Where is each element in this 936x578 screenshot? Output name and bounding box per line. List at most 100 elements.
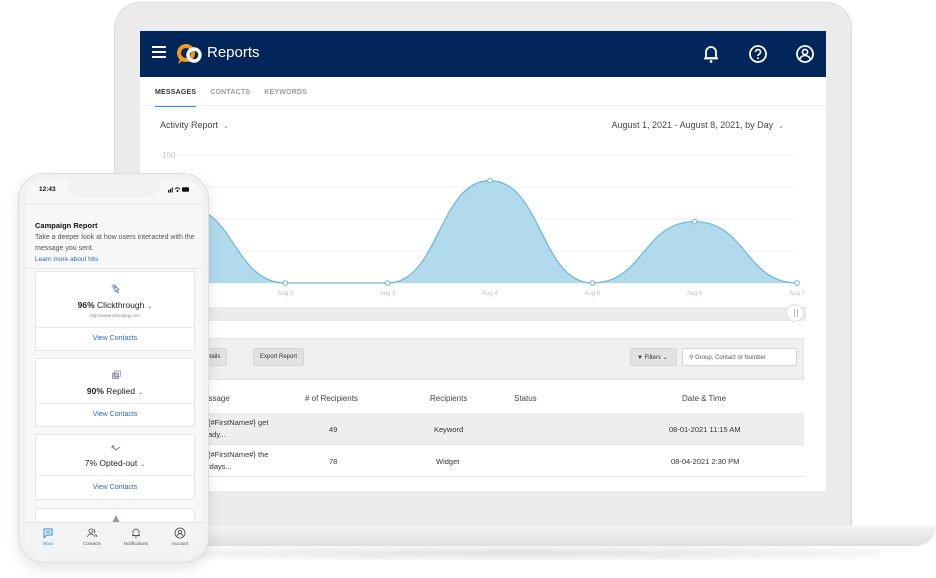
bell-icon: [130, 527, 142, 539]
menu-icon[interactable]: [152, 46, 166, 58]
data-point: [692, 219, 697, 224]
account-icon: [174, 527, 186, 539]
signal-wifi-battery-icon: [168, 186, 190, 193]
page-title: Reports: [207, 44, 260, 61]
tabs-divider: [140, 105, 826, 106]
x-tick-label: Aug 4: [482, 291, 498, 297]
data-point: [283, 281, 288, 286]
chevron-down-icon: ⌄: [663, 355, 668, 361]
nav-account[interactable]: Account: [158, 527, 202, 546]
message-cell: {#FirstName#} the: [208, 450, 268, 459]
column-header-recipients[interactable]: Recipients: [430, 394, 467, 403]
table-toolbar: ery Details Export Report ▼ Filters ⌄ ⚲ …: [180, 338, 804, 380]
table-header: essage # of Recipients Recipients Status…: [180, 381, 804, 413]
card-divider: [36, 403, 194, 404]
laptop-base: [100, 526, 936, 546]
nav-inbox[interactable]: Inbox: [26, 527, 70, 546]
replied-label: Replied: [106, 386, 135, 396]
recipients-cell: Widget: [436, 457, 459, 466]
search-input[interactable]: ⚲ Group, Contact or Number: [682, 348, 797, 366]
clickthrough-label: Clickthrough: [97, 300, 144, 310]
card-divider: [36, 327, 194, 328]
data-point: [795, 281, 800, 286]
help-icon[interactable]: [747, 43, 769, 65]
date-range-dropdown[interactable]: August 1, 2021 - August 8, 2021, by Day⌄: [612, 120, 784, 130]
laptop-screen: Reports MESSAGES CONTACTS KEYWORDS: [140, 31, 826, 491]
message-cell-continued: ldays...: [208, 462, 232, 471]
reply-icon: [110, 370, 122, 380]
report-type-label: Activity Report: [160, 120, 218, 130]
replied-percent: 90%: [87, 386, 104, 396]
opt-out-icon: [110, 443, 122, 453]
data-point: [385, 281, 390, 286]
date-range-label: August 1, 2021 - August 8, 2021, by Day: [612, 120, 774, 130]
message-cell: {#FirstName#} get: [208, 418, 268, 427]
bell-icon[interactable]: [700, 43, 722, 65]
area-fill: [183, 181, 797, 283]
chevron-down-icon: ⌄: [138, 390, 143, 396]
app-header: Reports: [140, 31, 826, 77]
replied-metric[interactable]: 90% Replied⌄: [36, 386, 194, 396]
search-placeholder: Group, Contact or Number: [695, 355, 766, 361]
recipients-cell: Keyword: [434, 425, 463, 434]
filters-button[interactable]: ▼ Filters ⌄: [630, 348, 677, 366]
data-point: [590, 281, 595, 286]
view-contacts-link[interactable]: View Contacts: [36, 411, 194, 418]
cursor-click-icon: [110, 283, 122, 293]
nav-notifications[interactable]: Notifications: [114, 527, 158, 546]
export-report-button[interactable]: Export Report: [253, 348, 304, 366]
date-time-cell: 08-04-2021 2:30 PM: [671, 457, 739, 466]
view-contacts-link[interactable]: View Contacts: [36, 335, 194, 342]
account-icon[interactable]: [794, 43, 816, 65]
phone-header-divider: [26, 203, 203, 204]
table-row[interactable]: {#FirstName#} the ldays... 78 Widget 08-…: [180, 445, 804, 477]
status-icons: [168, 186, 190, 195]
nav-contacts-label: Contacts: [70, 541, 114, 546]
campaign-report-description: Take a deeper look at how users interact…: [35, 232, 200, 254]
chart-range-handle[interactable]: [786, 304, 804, 322]
date-time-cell: 08-01-2021 11:15 AM: [669, 425, 741, 434]
chevron-down-icon: ⌄: [147, 304, 152, 310]
data-point: [488, 178, 493, 183]
view-contacts-link[interactable]: View Contacts: [36, 484, 194, 491]
phone-notch: [68, 179, 160, 197]
column-header-status[interactable]: Status: [514, 394, 537, 403]
opted-out-label: Opted-out: [99, 458, 137, 468]
nav-notifications-label: Notifications: [114, 541, 158, 546]
chevron-down-icon: ⌄: [223, 123, 229, 130]
filters-label: Filters: [645, 355, 661, 361]
inbox-icon: [42, 527, 54, 539]
marketing-composite: Reports MESSAGES CONTACTS KEYWORDS: [0, 0, 936, 578]
x-tick-label: Aug 6: [687, 291, 703, 297]
bottom-navigation: Inbox Contacts Notifications: [26, 522, 203, 557]
replied-card: 90% Replied⌄ View Contacts: [35, 358, 195, 427]
campaign-divider: [26, 268, 203, 269]
message-cell-continued: ady...: [208, 430, 226, 439]
nav-account-label: Account: [158, 541, 202, 546]
x-tick-label: Aug 2: [277, 291, 293, 297]
opted-out-metric[interactable]: 7% Opted-out⌄: [36, 458, 194, 468]
campaign-report-title: Campaign Report: [35, 221, 98, 230]
recipient-count-cell: 78: [329, 457, 337, 466]
learn-more-link[interactable]: Learn more about hits: [35, 256, 98, 263]
status-time: 12:43: [39, 186, 56, 193]
table-row[interactable]: {#FirstName#} get ady... 49 Keyword 08-0…: [180, 413, 804, 445]
column-header-recipient-count[interactable]: # of Recipients: [305, 394, 358, 403]
chart-range-scrollbar[interactable]: [186, 307, 806, 321]
search-icon: ⚲: [689, 355, 693, 361]
x-tick-label: Aug 3: [380, 291, 396, 297]
x-tick-label: Aug 5: [584, 291, 600, 297]
column-header-date-time[interactable]: Date & Time: [682, 394, 726, 403]
recipient-count-cell: 49: [329, 425, 337, 434]
brand-logo: [176, 43, 204, 65]
opted-out-percent: 7%: [85, 458, 97, 468]
clickthrough-url: http://www.eztexting.com: [36, 313, 194, 318]
nav-contacts[interactable]: Contacts: [70, 527, 114, 546]
clickthrough-metric[interactable]: 96% Clickthrough⌄: [36, 300, 194, 310]
report-type-dropdown[interactable]: Activity Report ⌄: [160, 120, 229, 130]
activity-chart: 100Aug 2Aug 3Aug 4Aug 5Aug 6Aug 7: [140, 141, 826, 311]
chevron-down-icon: ⌄: [140, 462, 145, 468]
phone-frame: 12:43 Campaign Report Take a deeper look…: [18, 173, 209, 563]
clickthrough-card: 96% Clickthrough⌄ http://www.eztexting.c…: [35, 271, 195, 351]
phone-screen: 12:43 Campaign Report Take a deeper look…: [26, 179, 203, 557]
